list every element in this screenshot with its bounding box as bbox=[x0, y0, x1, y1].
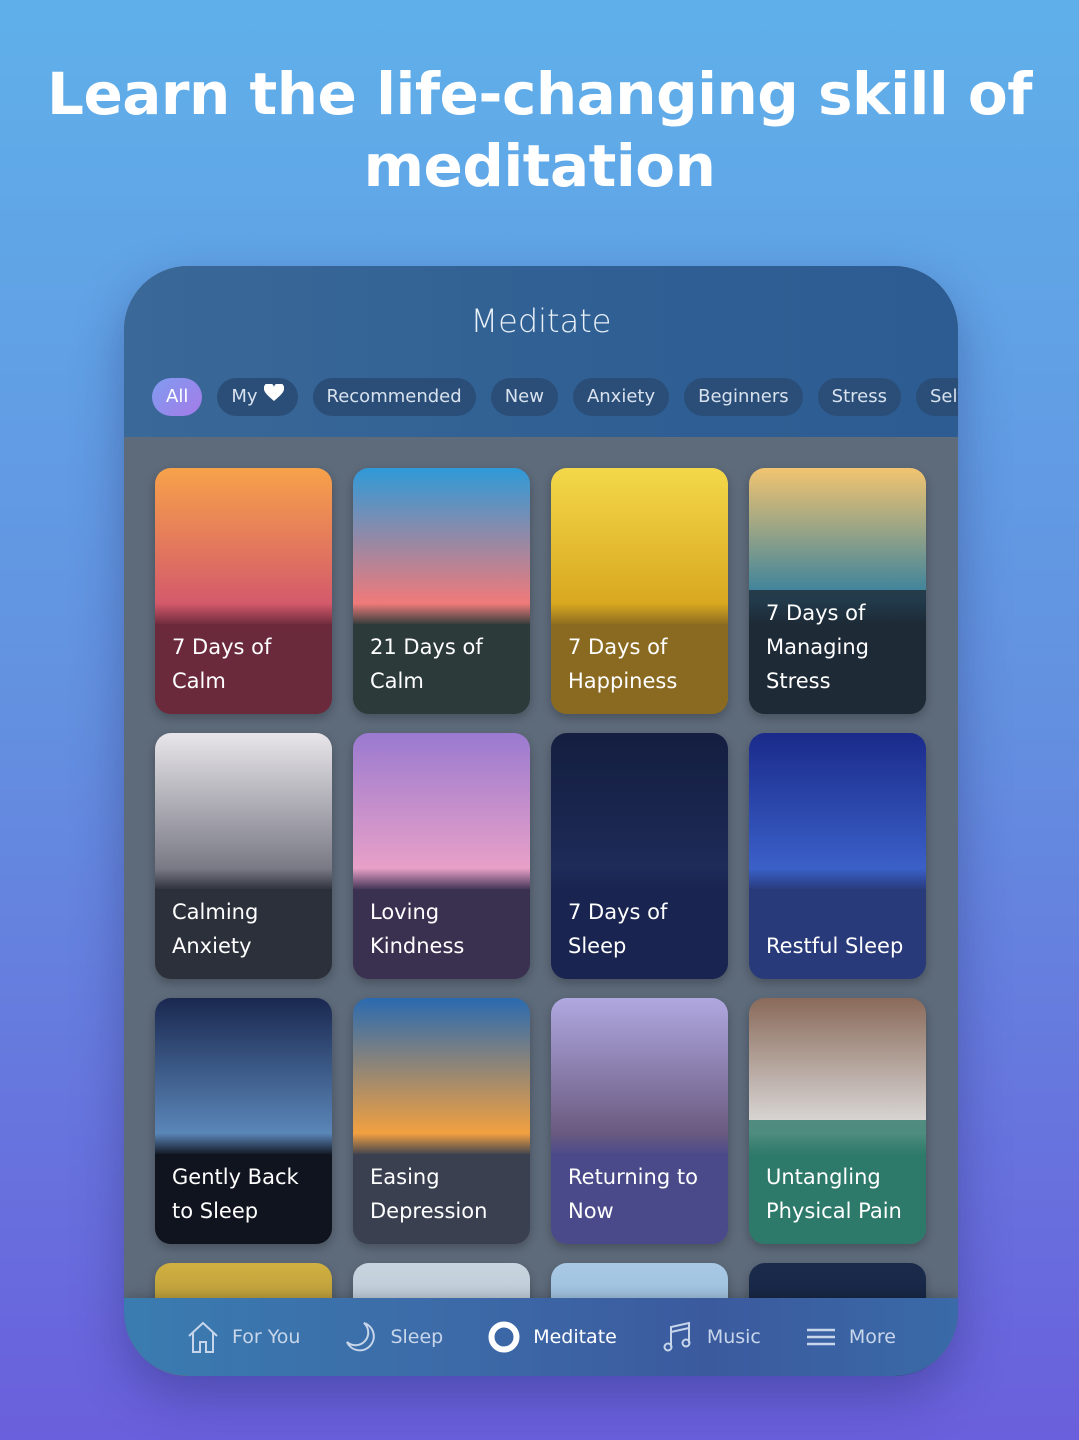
chip-anxiety[interactable]: Anxiety bbox=[572, 378, 670, 416]
page-title: Meditate bbox=[470, 302, 612, 340]
meditation-card[interactable]: Loving Kindness bbox=[353, 733, 530, 979]
meditation-card[interactable]: Returning to Now bbox=[551, 998, 728, 1244]
filter-chips: All My Recommended New Anxiety Beginners Stres… bbox=[152, 378, 958, 416]
chip-self-ca[interactable]: Self-Ca bbox=[915, 378, 958, 416]
chip-all[interactable]: All bbox=[152, 378, 203, 416]
meditation-card[interactable]: Untangling Physical Pain bbox=[749, 998, 926, 1244]
meditation-card[interactable]: Easing Depression bbox=[353, 998, 530, 1244]
chip-label: New bbox=[504, 386, 544, 407]
meditation-card[interactable]: Gently Back to Sleep bbox=[155, 998, 332, 1244]
app-screen: Meditate All My Recommended New Anxiety Begin… bbox=[124, 266, 958, 1376]
chip-new[interactable]: New bbox=[490, 378, 558, 416]
card-title: Untangling Physical Pain bbox=[766, 1165, 902, 1223]
nav-sleep[interactable]: Sleep bbox=[344, 1320, 443, 1354]
chip-label: Self-Ca bbox=[929, 386, 958, 407]
moon-icon bbox=[344, 1320, 378, 1354]
card-title: Gently Back to Sleep bbox=[172, 1165, 299, 1223]
meditation-card[interactable]: 7 Days of Sleep bbox=[551, 733, 728, 979]
music-note-icon bbox=[661, 1320, 695, 1354]
chip-my[interactable]: My bbox=[217, 378, 298, 416]
chip-stress[interactable]: Stress bbox=[817, 378, 901, 416]
chip-label: Anxiety bbox=[586, 386, 656, 407]
meditation-card[interactable]: Calming Anxiety bbox=[155, 733, 332, 979]
card-title: 7 Days of Calm bbox=[172, 635, 272, 693]
chip-recommended[interactable]: Recommended bbox=[312, 378, 476, 416]
meditation-card[interactable]: 21 Days of Calm bbox=[353, 468, 530, 714]
nav-label: More bbox=[848, 1326, 896, 1348]
nav-meditate[interactable]: Meditate bbox=[487, 1320, 617, 1354]
chip-beginners[interactable]: Beginners bbox=[684, 378, 803, 416]
card-title: Easing Depression bbox=[370, 1165, 488, 1223]
nav-for-you[interactable]: For You bbox=[186, 1320, 300, 1354]
nav-music[interactable]: Music bbox=[661, 1320, 761, 1354]
home-icon bbox=[186, 1320, 220, 1354]
nav-more[interactable]: More bbox=[805, 1326, 896, 1348]
meditation-card[interactable]: Restful Sleep bbox=[749, 733, 926, 979]
meditation-card[interactable]: 7 Days of Managing Stress bbox=[749, 468, 926, 714]
card-title: Calming Anxiety bbox=[172, 900, 259, 958]
chip-label: Stress bbox=[831, 386, 887, 407]
circle-icon bbox=[487, 1320, 521, 1354]
meditation-card[interactable]: 7 Days of Calm bbox=[155, 468, 332, 714]
card-title: 7 Days of Happiness bbox=[568, 635, 678, 693]
nav-label: Sleep bbox=[390, 1326, 444, 1348]
card-title: Restful Sleep bbox=[766, 934, 904, 958]
heart-icon bbox=[263, 378, 284, 416]
meditation-grid: 7 Days of Calm 21 Days of Calm 7 Days of H… bbox=[155, 468, 926, 1376]
card-title: Loving Kindness bbox=[370, 900, 465, 958]
headline: Learn the life-changing skill of meditat… bbox=[47, 60, 1032, 200]
card-title: 7 Days of Sleep bbox=[568, 900, 668, 958]
card-title: 21 Days of Calm bbox=[370, 635, 483, 693]
bottom-nav: For You Sleep Meditate Music More bbox=[124, 1298, 958, 1376]
card-title: 7 Days of Managing Stress bbox=[766, 601, 869, 693]
chip-label: All bbox=[166, 386, 189, 407]
nav-label: For You bbox=[231, 1326, 301, 1348]
nav-label: Meditate bbox=[533, 1326, 617, 1348]
nav-label: Music bbox=[706, 1326, 761, 1348]
header: Meditate All My Recommended New Anxiety Begin… bbox=[124, 266, 958, 437]
chip-label: Recommended bbox=[326, 386, 462, 407]
chip-label: My bbox=[231, 386, 258, 407]
card-title: Returning to Now bbox=[568, 1165, 698, 1223]
menu-icon bbox=[805, 1327, 837, 1347]
chip-label: Beginners bbox=[698, 386, 789, 407]
meditation-card[interactable]: 7 Days of Happiness bbox=[551, 468, 728, 714]
